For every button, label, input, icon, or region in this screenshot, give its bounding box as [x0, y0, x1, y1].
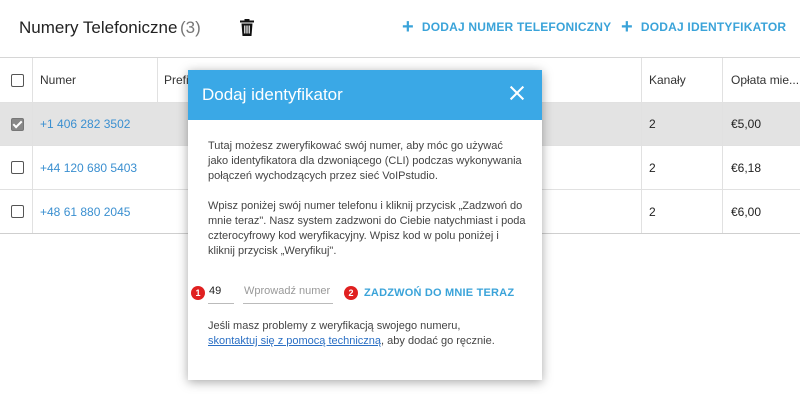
help-suffix-text: , aby dodać go ręcznie.: [381, 335, 495, 347]
row-checkbox[interactable]: [11, 118, 24, 131]
plus-icon: +: [621, 16, 633, 38]
close-icon[interactable]: [510, 86, 524, 100]
phone-number-input[interactable]: [243, 278, 333, 304]
column-header-monthly-fee[interactable]: Opłata mie...: [731, 58, 799, 102]
select-all-checkbox[interactable]: [11, 74, 24, 87]
page-title: Numery Telefoniczne: [19, 18, 178, 37]
add-identifier-dialog: Dodaj identyfikator Tutaj możesz zweryfi…: [188, 70, 542, 380]
phone-number-link[interactable]: +48 61 880 2045: [40, 190, 130, 233]
add-identifier-button[interactable]: + DODAJ IDENTYFIKATOR: [621, 16, 787, 38]
step-badge-1: 1: [191, 286, 205, 300]
monthly-fee-value: €5,00: [731, 117, 762, 131]
contact-support-link[interactable]: skontaktuj się z pomocą techniczną: [208, 335, 381, 347]
page-header: Numery Telefoniczne (3) + DODAJ NUMER TE…: [0, 0, 800, 56]
column-header-number[interactable]: Numer: [40, 58, 76, 102]
channels-value: 2: [649, 117, 656, 131]
row-checkbox[interactable]: [11, 161, 24, 174]
phone-number-link[interactable]: +44 120 680 5403: [40, 146, 137, 189]
add-phone-number-button[interactable]: + DODAJ NUMER TELEFONICZNY: [402, 16, 612, 38]
plus-icon: +: [402, 16, 414, 38]
channels-value: 2: [649, 160, 656, 175]
trash-icon[interactable]: [240, 19, 254, 36]
channels-value: 2: [649, 204, 656, 219]
monthly-fee-value: €6,18: [731, 160, 762, 175]
monthly-fee-value: €6,00: [731, 204, 762, 219]
column-header-channels[interactable]: Kanały: [649, 58, 686, 102]
dialog-intro-text: Tutaj możesz zweryfikować swój numer, ab…: [208, 140, 522, 182]
country-code-input[interactable]: [208, 278, 234, 304]
dialog-help-text: Jeśli masz problemy z weryfikacją swojeg…: [208, 319, 526, 349]
numbers-table: Numer Prefi Kanały Opłata mie... +1 406 …: [0, 57, 800, 234]
add-identifier-label: DODAJ IDENTYFIKATOR: [640, 20, 787, 34]
dialog-title: Dodaj identyfikator: [202, 85, 343, 104]
add-phone-number-label: DODAJ NUMER TELEFONICZNY: [421, 20, 612, 34]
column-header-prefix[interactable]: Prefi: [164, 58, 189, 102]
call-me-now-button[interactable]: ZADZWOŃ DO MNIE TERAZ: [364, 287, 514, 299]
help-prefix-text: Jeśli masz problemy z weryfikacją swojeg…: [208, 320, 461, 332]
dialog-header: Dodaj identyfikator: [188, 70, 542, 120]
dialog-instructions-text: Wpisz poniżej swój numer telefonu i klik…: [208, 200, 526, 257]
number-count: (3): [180, 18, 201, 37]
row-checkbox[interactable]: [11, 205, 24, 218]
step-badge-2: 2: [344, 286, 358, 300]
phone-number-link[interactable]: +1 406 282 3502: [40, 103, 130, 145]
